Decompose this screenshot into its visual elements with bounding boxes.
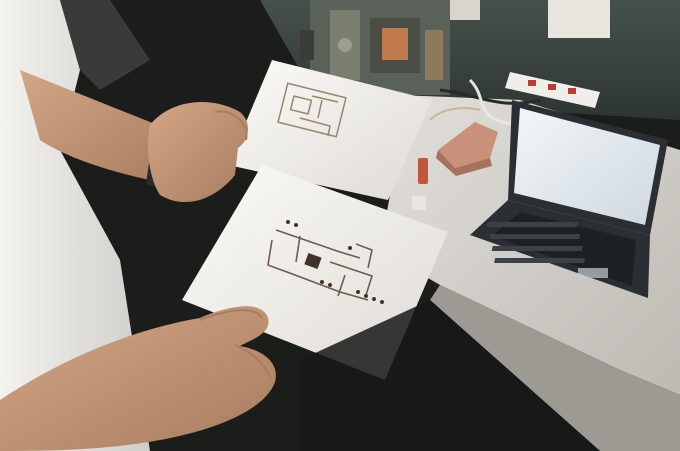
small-box — [412, 196, 426, 210]
small-part — [418, 158, 428, 184]
wall-note — [548, 0, 610, 38]
photo-scene — [0, 0, 680, 451]
photo-illustration — [0, 0, 680, 451]
